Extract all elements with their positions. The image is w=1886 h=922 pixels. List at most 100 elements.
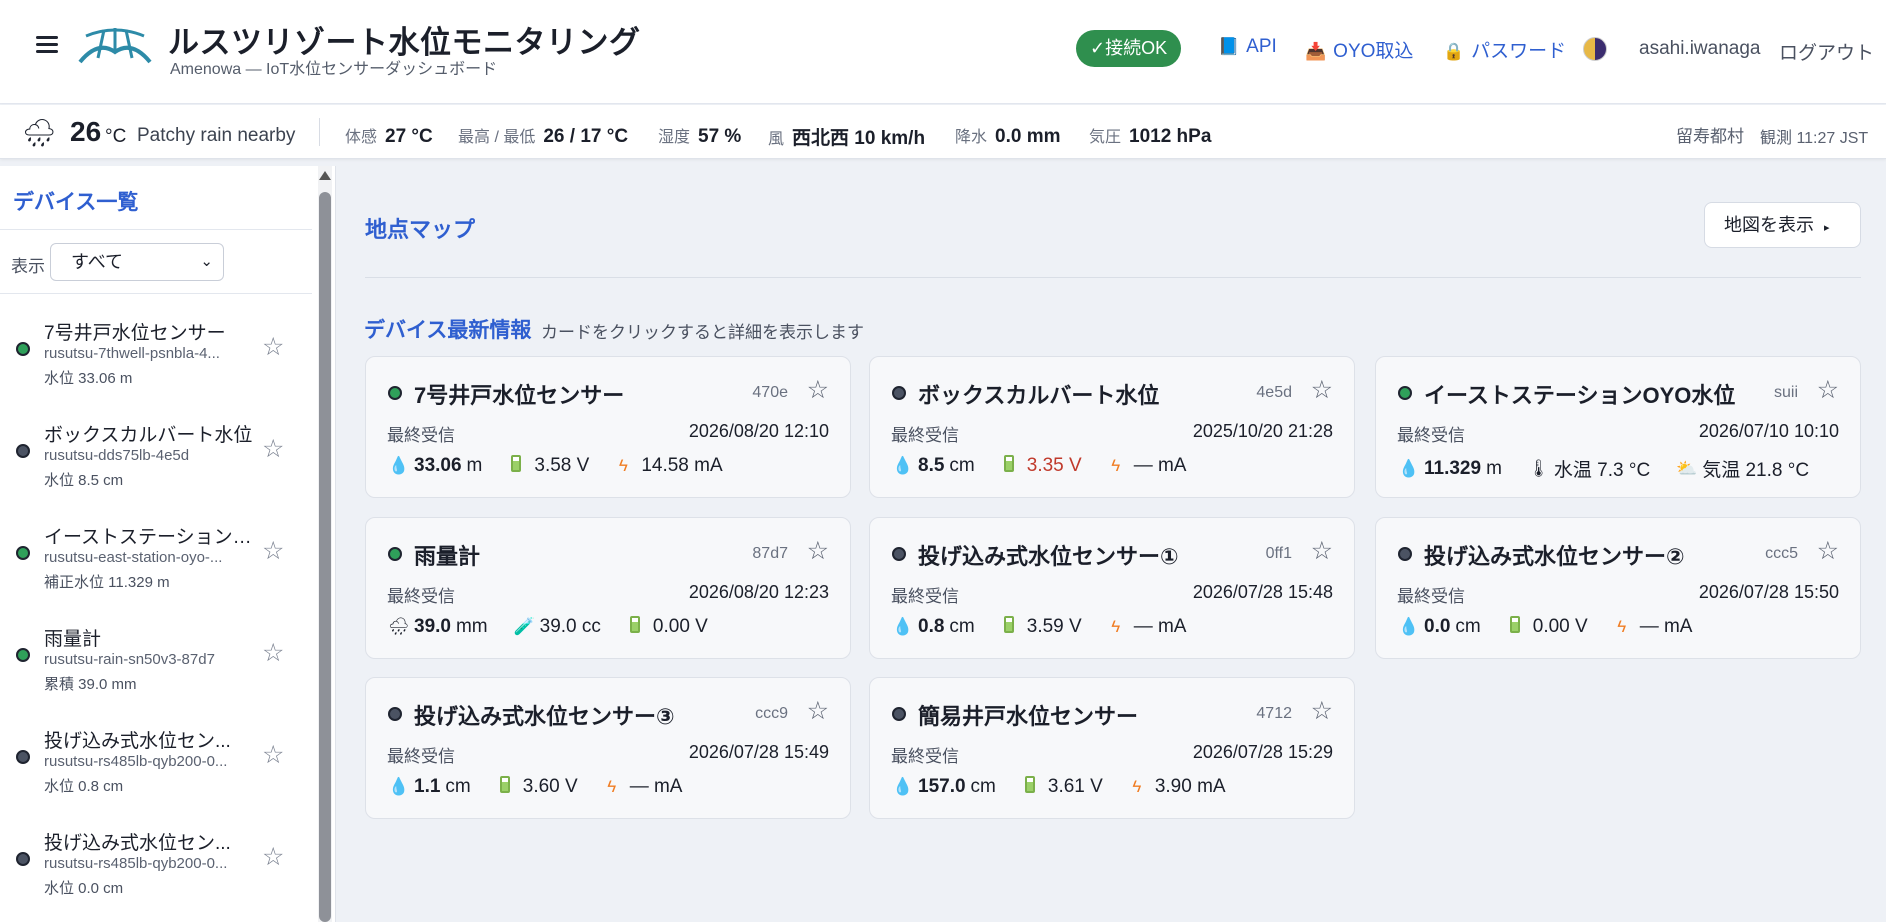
- favorite-star-icon[interactable]: ☆: [807, 536, 829, 566]
- lightning-icon: ϟ: [607, 777, 617, 796]
- metric-unit: cm: [970, 776, 996, 797]
- favorite-star-icon[interactable]: ☆: [1311, 536, 1333, 566]
- device-value: 累積 39.0 mm: [44, 676, 137, 693]
- device-card[interactable]: 簡易井戸水位センサー 4712 ☆ 最終受信 2026/07/28 15:29 💧 157.…: [869, 677, 1355, 819]
- device-card[interactable]: 投げ込み式水位センサー③ ccc9 ☆ 最終受信 2026/07/28 15:49 💧 1.…: [365, 677, 851, 819]
- card-metric: 0.00 V: [1507, 616, 1588, 638]
- book-icon: 📘: [1218, 37, 1240, 56]
- rain-cloud-icon: 🌧: [388, 617, 410, 636]
- weather-temperature-unit: °C: [105, 126, 127, 147]
- password-link[interactable]: 🔒 パスワード: [1443, 36, 1566, 63]
- last-received-label: 最終受信: [891, 587, 959, 606]
- metric-unit: cm: [949, 616, 975, 637]
- card-device-code: suii: [1773, 384, 1798, 401]
- metric-unit: 3.90 mA: [1154, 776, 1226, 797]
- show-map-button[interactable]: 地図を表示 ▸: [1704, 202, 1861, 248]
- sidebar-device-item[interactable]: 投げ込み式水位セン... rusutsu-rs485lb-qyb200-0... 水…: [0, 804, 312, 906]
- card-metric: 3.35 V: [1001, 455, 1082, 477]
- favorite-star-icon[interactable]: ☆: [807, 696, 829, 726]
- card-metric: 💧 0.0 cm: [1398, 616, 1481, 638]
- favorite-star-icon[interactable]: ☆: [1311, 375, 1333, 405]
- card-device-name: 投げ込み式水位センサー③: [414, 704, 675, 729]
- oyo-import-label: OYO取込: [1333, 41, 1414, 62]
- favorite-star-icon[interactable]: ☆: [1311, 696, 1333, 726]
- weather-temperature: 26: [70, 116, 102, 147]
- card-metric: 💧 11.329 m: [1398, 458, 1502, 480]
- battery-icon: [508, 455, 524, 477]
- lock-icon: 🔒: [1443, 42, 1465, 61]
- weather-wind: 風西北西 10 km/h: [768, 128, 926, 149]
- status-dot: [16, 342, 30, 356]
- api-link[interactable]: 📘 API: [1218, 36, 1277, 58]
- metric-unit: cm: [445, 776, 471, 797]
- last-received-time: 2026/07/28 15:50: [1698, 582, 1839, 602]
- device-card[interactable]: 雨量計 87d7 ☆ 最終受信 2026/08/20 12:23 🌧 39.0 mm 🧪 39.0…: [365, 517, 851, 659]
- card-metric: ⛅ 気温 21.8 °C: [1676, 455, 1809, 482]
- card-metric: 🧪 39.0 cc: [514, 616, 601, 638]
- sidebar-device-item[interactable]: 投げ込み式水位セン... rusutsu-rs485lb-qyb200-0... 水…: [0, 702, 312, 804]
- device-name: イーストステーションOY...: [44, 527, 254, 548]
- device-value: 水位 0.8 cm: [44, 778, 124, 795]
- metric-value: 0.0: [1424, 616, 1451, 637]
- card-metric: 💧 0.8 cm: [892, 616, 975, 638]
- favorite-star-icon[interactable]: ☆: [262, 332, 284, 362]
- status-dot: [1398, 386, 1412, 400]
- latest-section-hint: カードをクリックすると詳細を表示します: [541, 323, 864, 342]
- device-card[interactable]: 投げ込み式水位センサー① 0ff1 ☆ 最終受信 2026/07/28 15:48 💧 0.…: [869, 517, 1355, 659]
- logout-button[interactable]: ログアウト: [1779, 38, 1874, 65]
- hamburger-menu-icon[interactable]: [34, 32, 60, 58]
- device-card[interactable]: イーストステーションOYO水位 suii ☆ 最終受信 2026/07/10 10:10…: [1375, 356, 1861, 498]
- status-dot: [388, 386, 402, 400]
- card-device-name: 投げ込み式水位センサー②: [1424, 544, 1685, 569]
- metric-unit: — mA: [1639, 616, 1693, 637]
- weather-divider: [319, 118, 320, 146]
- sidebar-scrollbar[interactable]: [318, 166, 332, 922]
- card-metrics: 🌧 39.0 mm 🧪 39.0 cc 0.00 V: [388, 616, 734, 638]
- weather-bar: 🌧 26 °C Patchy rain nearby 体感 27 °C 最高 / …: [0, 105, 1886, 159]
- device-sidebar: デバイス一覧 表示 すべて ⌄ 7号井戸水位センサー rusutsu-7thwell…: [0, 166, 336, 922]
- card-device-code: ccc5: [1765, 545, 1798, 562]
- card-metrics: 💧 0.8 cm 3.59 V ϟ — mA: [892, 616, 1212, 638]
- sidebar-device-item[interactable]: ボックスカルバート水位 rusutsu-dds75lb-4e5d 水位 8.5 cm…: [0, 396, 312, 498]
- metric-unit: 14.58 mA: [641, 455, 723, 476]
- api-link-label: API: [1246, 36, 1277, 57]
- status-dot: [16, 852, 30, 866]
- device-card[interactable]: ボックスカルバート水位 4e5d ☆ 最終受信 2025/10/20 21:28 💧 8.5…: [869, 356, 1355, 498]
- lightning-icon: ϟ: [1132, 777, 1142, 796]
- sidebar-device-item[interactable]: 7号井戸水位センサー rusutsu-7thwell-psnbla-4... 水位 …: [0, 294, 312, 396]
- status-dot: [1398, 547, 1412, 561]
- device-card[interactable]: 投げ込み式水位センサー② ccc5 ☆ 最終受信 2026/07/28 15:50 💧 0.…: [1375, 517, 1861, 659]
- last-received-time: 2026/07/28 15:29: [1192, 742, 1333, 762]
- sidebar-device-item[interactable]: 雨量計 rusutsu-rain-sn50v3-87d7 累積 39.0 mm ☆: [0, 600, 312, 702]
- device-card[interactable]: 7号井戸水位センサー 470e ☆ 最終受信 2026/08/20 12:10 💧 33.0…: [365, 356, 851, 498]
- scroll-up-arrow-icon[interactable]: [319, 171, 331, 180]
- water-drop-icon: 💧: [892, 617, 914, 636]
- metric-value: 33.06: [414, 455, 462, 476]
- card-metric: 3.60 V: [497, 776, 578, 798]
- theme-toggle-icon[interactable]: [1583, 37, 1607, 61]
- water-drop-icon: 💧: [892, 456, 914, 475]
- scrollbar-thumb[interactable]: [319, 192, 331, 922]
- metric-unit: 3.35 V: [1026, 455, 1082, 476]
- favorite-star-icon[interactable]: ☆: [262, 842, 284, 872]
- card-metric: 3.61 V: [1022, 776, 1103, 798]
- partly-sunny-icon: ⛅: [1676, 458, 1698, 478]
- favorite-star-icon[interactable]: ☆: [262, 638, 284, 668]
- status-dot: [388, 707, 402, 721]
- favorite-star-icon[interactable]: ☆: [1817, 536, 1839, 566]
- favorite-star-icon[interactable]: ☆: [262, 536, 284, 566]
- last-received-time: 2025/10/20 21:28: [1192, 421, 1333, 441]
- oyo-import-link[interactable]: 📥 OYO取込: [1305, 36, 1413, 63]
- connection-status-badge: ✓接続OK: [1076, 30, 1182, 67]
- last-received-label: 最終受信: [387, 587, 455, 606]
- device-name: ボックスカルバート水位: [44, 425, 253, 446]
- favorite-star-icon[interactable]: ☆: [262, 434, 284, 464]
- favorite-star-icon[interactable]: ☆: [1817, 375, 1839, 405]
- card-device-name: 投げ込み式水位センサー①: [918, 544, 1179, 569]
- sidebar-device-item[interactable]: イーストステーションOY... rusutsu-east-station-oyo-…: [0, 498, 312, 600]
- filter-select[interactable]: すべて ⌄: [50, 243, 224, 281]
- favorite-star-icon[interactable]: ☆: [807, 375, 829, 405]
- lightning-icon: ϟ: [1111, 617, 1121, 636]
- thermometer-icon: 🌡: [1527, 458, 1550, 478]
- favorite-star-icon[interactable]: ☆: [262, 740, 284, 770]
